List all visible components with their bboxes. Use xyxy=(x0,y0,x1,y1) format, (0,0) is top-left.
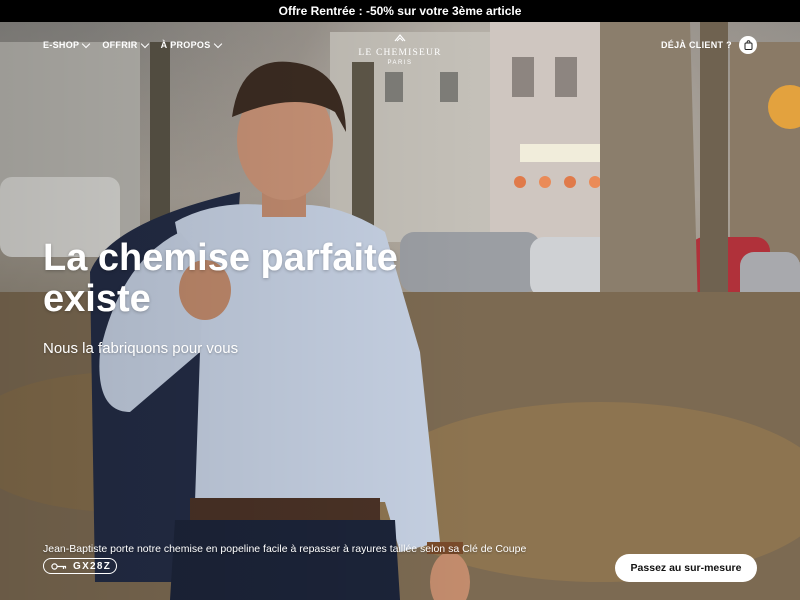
custom-fit-cta-button[interactable]: Passez au sur-mesure xyxy=(615,554,757,582)
main-nav: E-SHOP OFFRIR À PROPOS xyxy=(43,39,222,50)
nav-item-a-propos[interactable]: À PROPOS xyxy=(160,39,222,50)
key-icon xyxy=(51,562,67,570)
nav-item-offrir[interactable]: OFFRIR xyxy=(102,39,149,50)
nav-item-label: OFFRIR xyxy=(102,40,138,50)
bag-icon xyxy=(744,40,752,50)
brand-logo[interactable]: LE CHEMISEUR PARIS xyxy=(355,30,445,66)
cart-button[interactable] xyxy=(739,36,757,54)
nav-item-label: E-SHOP xyxy=(43,40,80,50)
nav-item-eshop[interactable]: E-SHOP xyxy=(43,39,91,50)
fit-code-badge[interactable]: GX28Z xyxy=(43,558,117,574)
nav-item-label: À PROPOS xyxy=(160,40,211,50)
chevron-down-icon xyxy=(82,39,91,48)
hero-subtitle: Nous la fabriquons pour vous xyxy=(43,340,239,357)
logo-mark-icon xyxy=(394,34,406,42)
hero-title-line2: existe xyxy=(43,278,151,320)
account-link[interactable]: DÉJÀ CLIENT ? xyxy=(661,40,732,50)
site-header: E-SHOP OFFRIR À PROPOS LE CHEMISEUR PARI… xyxy=(0,22,800,68)
chevron-down-icon xyxy=(140,39,149,48)
promo-text: Offre Rentrée : -50% sur votre 3ème arti… xyxy=(278,4,522,18)
fit-code: GX28Z xyxy=(73,560,112,572)
chevron-down-icon xyxy=(213,39,222,48)
hero-title: La chemise parfaite existe xyxy=(43,238,463,320)
promo-bar[interactable]: Offre Rentrée : -50% sur votre 3ème arti… xyxy=(0,0,800,22)
logo-city: PARIS xyxy=(387,60,413,66)
logo-name: LE CHEMISEUR xyxy=(358,48,442,58)
hero-title-line1: La chemise parfaite xyxy=(43,237,398,279)
hero-caption: Jean-Baptiste porte notre chemise en pop… xyxy=(43,543,527,555)
